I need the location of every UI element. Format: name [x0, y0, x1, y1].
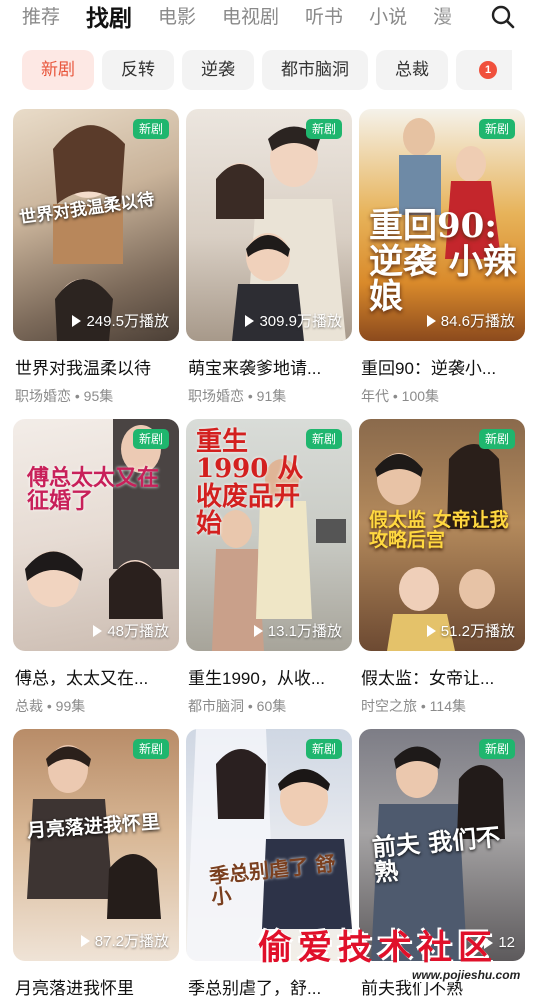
new-badge: 新剧 [478, 739, 515, 759]
poster-image [186, 109, 352, 341]
tab-audiobook[interactable]: 听书 [305, 4, 343, 32]
drama-title[interactable]: 傅总，太太又在... [15, 664, 179, 689]
new-badge: 新剧 [305, 429, 342, 449]
drama-title[interactable]: 重生1990，从收... [188, 664, 352, 689]
play-count: 87.2万播放 [80, 930, 169, 951]
chip-new-drama[interactable]: 新剧 [22, 50, 94, 90]
poster[interactable]: 假太监 女帝让我 攻略后宫 新剧 51.2万播放 [359, 419, 525, 651]
poster-title-art: 假太监 女帝让我 攻略后宫 [369, 509, 509, 551]
play-icon [426, 624, 436, 637]
play-icon [93, 624, 103, 637]
tab-recommend[interactable]: 推荐 [22, 4, 60, 32]
watermark-url: www.pojieshu.com [408, 968, 525, 982]
drama-meta: 职场婚恋 • 95集 [15, 388, 114, 404]
tab-find-drama[interactable]: 找剧 [86, 4, 132, 32]
chip-counterattack[interactable]: 逆袭 [182, 50, 254, 90]
poster[interactable]: 月亮落进我怀里 新剧 87.2万播放 [13, 729, 179, 961]
play-count: 309.9万播放 [245, 310, 342, 331]
watermark-text: 偷爱技术社区 [258, 928, 498, 968]
poster[interactable]: 傅总太太又在征婚了 新剧 48万播放 [13, 419, 179, 651]
tab-novel[interactable]: 小说 [369, 4, 407, 32]
chip-more[interactable]: 1 [456, 50, 512, 90]
poster[interactable]: 重回90: 逆袭 小辣娘 新剧 84.6万播放 [359, 109, 525, 341]
drama-meta: 都市脑洞 • 60集 [188, 698, 287, 714]
poster-title-art: 重回90: 逆袭 小辣娘 [369, 206, 517, 318]
play-icon [72, 314, 82, 327]
new-badge: 新剧 [132, 429, 169, 449]
play-count: 48万播放 [93, 620, 169, 641]
chip-ceo[interactable]: 总裁 [376, 50, 448, 90]
play-icon [245, 314, 255, 327]
poster[interactable]: 新剧 309.9万播放 [186, 109, 352, 341]
tab-movie[interactable]: 电影 [158, 4, 196, 32]
drama-title[interactable]: 重回90：逆袭小... [361, 354, 525, 379]
poster[interactable]: 世界对我温柔以待 新剧 249.5万播放 [13, 109, 179, 341]
play-count: 51.2万播放 [426, 620, 515, 641]
drama-meta: 年代 • 100集 [361, 388, 440, 404]
drama-meta: 时空之旅 • 114集 [361, 698, 466, 714]
play-icon [253, 624, 263, 637]
new-badge: 新剧 [305, 119, 342, 139]
drama-meta: 职场婚恋 • 91集 [188, 388, 287, 404]
poster-image [13, 419, 179, 651]
new-badge: 新剧 [478, 119, 515, 139]
drama-meta: 总裁 • 99集 [15, 698, 86, 714]
poster-title-art: 重生1990 从收废品开始 [196, 427, 304, 539]
filter-chip-bar: 新剧 反转 逆袭 都市脑洞 总裁 1 [22, 50, 537, 90]
play-count: 13.1万播放 [253, 620, 342, 641]
new-badge: 新剧 [132, 739, 169, 759]
drama-title[interactable]: 假太监：女帝让... [361, 664, 525, 689]
chip-urban-fantasy[interactable]: 都市脑洞 [262, 50, 368, 90]
tab-tv-series[interactable]: 电视剧 [222, 4, 279, 32]
watermark: 偷爱技术社区 www.pojieshu.com [258, 920, 528, 992]
play-icon [426, 314, 436, 327]
new-badge: 新剧 [478, 429, 515, 449]
poster[interactable]: 重生1990 从收废品开始 新剧 13.1万播放 [186, 419, 352, 651]
poster-title-art: 傅总太太又在征婚了 [27, 465, 160, 515]
new-badge: 新剧 [305, 739, 342, 759]
new-badge: 新剧 [132, 119, 169, 139]
play-count: 84.6万播放 [426, 310, 515, 331]
notification-badge: 1 [479, 61, 497, 79]
drama-title[interactable]: 萌宝来袭爹地请... [188, 354, 352, 379]
play-count: 249.5万播放 [72, 310, 169, 331]
play-icon [80, 934, 90, 947]
drama-title[interactable]: 月亮落进我怀里 [15, 974, 179, 999]
poster-image [13, 729, 179, 961]
drama-title[interactable]: 世界对我温柔以待 [15, 354, 179, 379]
search-icon[interactable] [488, 2, 518, 32]
chip-reversal[interactable]: 反转 [102, 50, 174, 90]
